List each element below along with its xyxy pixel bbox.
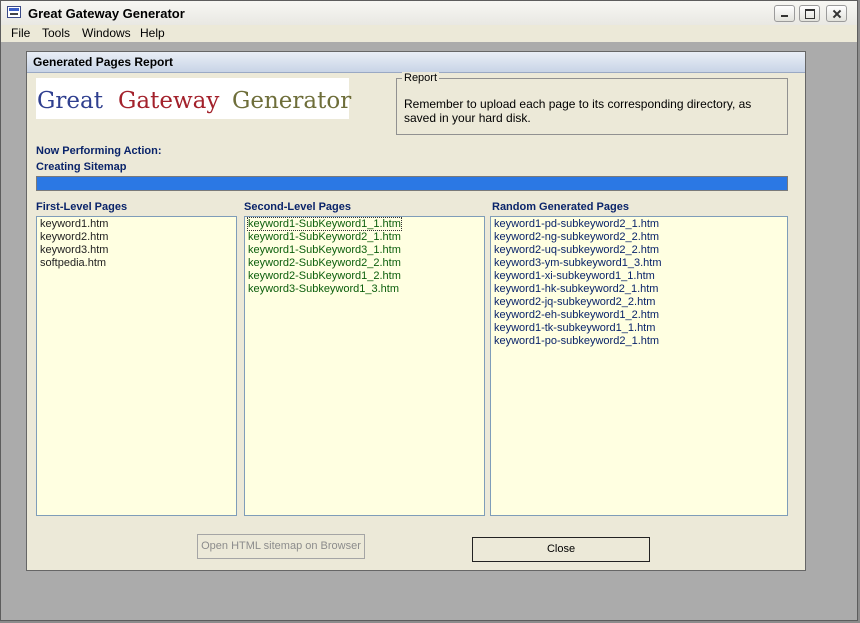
list-item[interactable]: keyword2-uq-subkeyword2_2.htm <box>494 244 659 256</box>
list-item[interactable]: keyword2-SubKeyword2_2.htm <box>248 257 401 269</box>
logo-word-gateway: Gateway <box>118 88 220 114</box>
list-item[interactable]: keyword1-po-subkeyword2_1.htm <box>494 335 659 347</box>
report-dialog: Generated Pages Report Great Gateway Gen… <box>26 51 806 571</box>
list-item[interactable]: keyword1-xi-subkeyword1_1.htm <box>494 270 655 282</box>
list-item[interactable]: keyword2-jq-subkeyword2_2.htm <box>494 296 655 308</box>
report-groupbox: Report Remember to upload each page to i… <box>396 72 788 135</box>
app-icon <box>7 6 21 18</box>
logo: Great Gateway Generator <box>36 78 352 119</box>
dialog-title-bar: Generated Pages Report <box>27 52 805 73</box>
menu-help[interactable]: Help <box>140 26 165 40</box>
title-bar: Great Gateway Generator <box>1 1 857 26</box>
action-label: Now Performing Action: <box>36 145 162 157</box>
menu-windows[interactable]: Windows <box>82 26 131 40</box>
logo-word-great: Great <box>37 88 103 114</box>
maximize-button[interactable] <box>799 5 820 22</box>
main-window: Great Gateway Generator File Tools Windo… <box>0 0 858 621</box>
list-item[interactable]: keyword3-Subkeyword1_3.htm <box>248 283 399 295</box>
close-window-button[interactable] <box>826 5 847 22</box>
list-item[interactable]: keyword1-SubKeyword1_1.htm <box>247 217 402 231</box>
window-title: Great Gateway Generator <box>28 6 185 21</box>
list-item[interactable]: keyword2-eh-subkeyword1_2.htm <box>494 309 659 321</box>
list-item[interactable]: keyword2-SubKeyword1_2.htm <box>248 270 401 282</box>
dialog-title: Generated Pages Report <box>33 55 174 69</box>
list-item[interactable]: keyword2.htm <box>40 231 108 243</box>
first-level-list[interactable]: keyword1.htm keyword2.htm keyword3.htm soft… <box>36 216 237 516</box>
list-item[interactable]: keyword1-hk-subkeyword2_1.htm <box>494 283 658 295</box>
list-item[interactable]: keyword2-ng-subkeyword2_2.htm <box>494 231 659 243</box>
list-item[interactable]: keyword1-tk-subkeyword1_1.htm <box>494 322 655 334</box>
menu-file[interactable]: File <box>11 26 30 40</box>
list-item[interactable]: softpedia.htm <box>40 257 106 269</box>
open-sitemap-button[interactable]: Open HTML sitemap on Browser <box>197 534 365 559</box>
report-text: Remember to upload each page to its corr… <box>404 97 752 125</box>
minimize-button[interactable] <box>774 5 795 22</box>
random-pages-list[interactable]: keyword1-pd-subkeyword2_1.htm keyword2-ng… <box>490 216 788 516</box>
second-level-header: Second-Level Pages <box>244 201 351 213</box>
action-value: Creating Sitemap <box>36 161 127 173</box>
list-item[interactable]: keyword3-ym-subkeyword1_3.htm <box>494 257 662 269</box>
list-item[interactable]: keyword1-pd-subkeyword2_1.htm <box>494 218 659 230</box>
list-item[interactable]: keyword1-SubKeyword3_1.htm <box>248 244 401 256</box>
first-level-header: First-Level Pages <box>36 201 128 213</box>
report-legend: Report <box>402 72 440 84</box>
menu-tools[interactable]: Tools <box>42 26 70 40</box>
random-pages-header: Random Generated Pages <box>492 201 629 213</box>
progress-bar <box>36 176 788 191</box>
logo-word-generator: Generator <box>232 88 352 114</box>
list-item[interactable]: keyword1-SubKeyword2_1.htm <box>248 231 401 243</box>
list-item[interactable]: keyword1.htm <box>40 218 108 230</box>
second-level-list[interactable]: keyword1-SubKeyword1_1.htm keyword1-SubKe… <box>244 216 485 516</box>
menu-bar: File Tools Windows Help <box>1 25 857 42</box>
list-item[interactable]: keyword3.htm <box>40 244 108 256</box>
close-button[interactable]: Close <box>472 537 650 562</box>
